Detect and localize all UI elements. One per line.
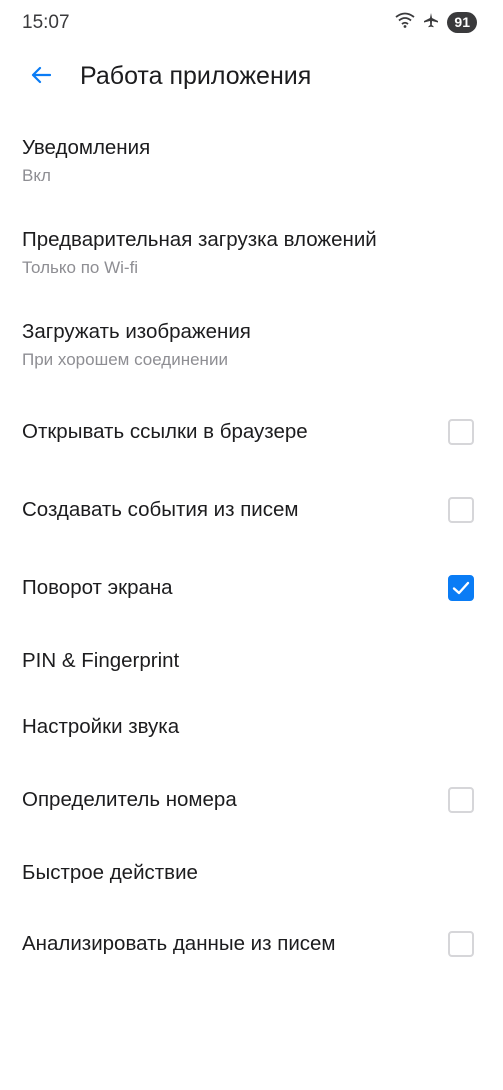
setting-title: Анализировать данные из писем <box>22 932 336 955</box>
setting-subtitle: Только по Wi-fi <box>22 258 139 277</box>
airplane-icon <box>423 12 439 33</box>
app-bar: Работа приложения <box>0 52 503 102</box>
setting-subtitle: Вкл <box>22 166 51 185</box>
wifi-icon <box>395 12 415 33</box>
setting-open-links-browser[interactable]: Открывать ссылки в браузере <box>0 404 503 460</box>
setting-quick-action[interactable]: Быстрое действие <box>0 850 503 896</box>
status-time: 15:07 <box>22 12 70 33</box>
setting-preload-attachments[interactable]: Предварительная загрузка вложений Только… <box>0 218 503 288</box>
setting-subtitle: При хорошем соединении <box>22 350 228 369</box>
battery-icon: 91 <box>447 12 477 33</box>
setting-caller-id[interactable]: Определитель номера <box>0 772 503 828</box>
screen-rotation-checkbox[interactable] <box>448 575 474 601</box>
page-title: Работа приложения <box>80 62 312 90</box>
setting-title: Открывать ссылки в браузере <box>22 420 308 443</box>
setting-title: Определитель номера <box>22 788 237 811</box>
setting-title: Предварительная загрузка вложений <box>22 228 377 251</box>
setting-title: Уведомления <box>22 136 151 159</box>
setting-screen-rotation[interactable]: Поворот экрана <box>0 560 503 616</box>
caller-id-checkbox[interactable] <box>448 787 474 813</box>
checkmark-icon <box>452 581 470 595</box>
back-button[interactable] <box>28 64 54 90</box>
open-links-checkbox[interactable] <box>448 419 474 445</box>
status-bar: 15:07 91 <box>0 0 503 46</box>
setting-notifications[interactable]: Уведомления Вкл <box>0 126 503 196</box>
status-icons: 91 <box>395 12 477 33</box>
setting-load-images[interactable]: Загружать изображения При хорошем соедин… <box>0 310 503 380</box>
setting-title: Быстрое действие <box>22 861 198 884</box>
setting-create-events[interactable]: Создавать события из писем <box>0 482 503 538</box>
setting-title: Загружать изображения <box>22 320 251 343</box>
create-events-checkbox[interactable] <box>448 497 474 523</box>
setting-analyze-data[interactable]: Анализировать данные из писем <box>0 916 503 972</box>
setting-title: Поворот экрана <box>22 576 173 599</box>
analyze-data-checkbox[interactable] <box>448 931 474 957</box>
setting-pin-fingerprint[interactable]: PIN & Fingerprint <box>0 638 503 684</box>
setting-title: PIN & Fingerprint <box>22 649 180 672</box>
arrow-left-icon <box>31 66 52 89</box>
setting-title: Создавать события из писем <box>22 498 299 521</box>
setting-sound[interactable]: Настройки звука <box>0 704 503 750</box>
setting-title: Настройки звука <box>22 715 180 738</box>
